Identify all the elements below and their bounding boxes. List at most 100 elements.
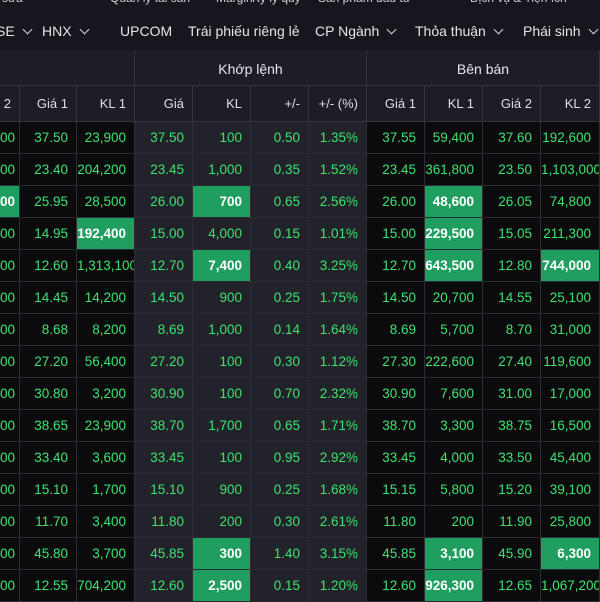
tab-cp-ngành[interactable]: CP Ngành [315,12,397,50]
cell-ask-price2[interactable]: 15.20 [483,474,541,506]
cell-bid-qty2[interactable]: 00 [0,154,20,186]
cell-ask-price2[interactable]: 33.50 [483,442,541,474]
cell-match-price[interactable]: 23.45 [135,154,193,186]
cell-match-qty[interactable]: 1,000 [193,154,251,186]
cell-change-pct[interactable]: 2.32% [309,378,367,410]
cell-change[interactable]: 0.30 [251,506,309,538]
cell-ask-qty2[interactable]: 192,600 [541,122,600,154]
cell-ask-price1[interactable]: 26.00 [367,186,425,218]
cell-bid-qty1[interactable]: 23,900 [77,122,135,154]
cell-change-pct[interactable]: 1.52% [309,154,367,186]
cell-match-price[interactable]: 27.20 [135,346,193,378]
cell-bid-qty1[interactable]: 204,200 [77,154,135,186]
cell-ask-qty2[interactable]: 211,300 [541,218,600,250]
cell-change[interactable]: 0.15 [251,218,309,250]
column-header-change-pct[interactable]: +/- (%) [309,86,367,122]
cell-ask-price1[interactable]: 45.85 [367,538,425,570]
cell-ask-qty1[interactable]: 5,700 [425,314,483,346]
cell-ask-qty1[interactable]: 926,300 [425,570,483,602]
cell-bid-qty2[interactable]: 00 [0,250,20,282]
cell-ask-qty1[interactable]: 222,600 [425,346,483,378]
top-menu-item[interactable]: Dịch vụ & Tiện ích [470,0,567,5]
cell-bid-qty1[interactable]: 3,400 [77,506,135,538]
cell-ask-price1[interactable]: 37.55 [367,122,425,154]
cell-bid-price1[interactable]: 14.95 [20,218,77,250]
cell-bid-qty2[interactable]: 00 [0,378,20,410]
cell-bid-qty2[interactable]: 00 [0,282,20,314]
column-header-bid-price1[interactable]: Giá 1 [20,86,77,122]
cell-match-price[interactable]: 12.60 [135,570,193,602]
cell-ask-price2[interactable]: 26.05 [483,186,541,218]
cell-match-price[interactable]: 11.80 [135,506,193,538]
cell-bid-qty1[interactable]: 3,700 [77,538,135,570]
cell-match-price[interactable]: 26.00 [135,186,193,218]
cell-match-qty[interactable]: 100 [193,378,251,410]
cell-ask-qty1[interactable]: 361,800 [425,154,483,186]
cell-match-qty[interactable]: 900 [193,282,251,314]
cell-ask-price1[interactable]: 11.80 [367,506,425,538]
cell-change[interactable]: 0.25 [251,474,309,506]
cell-match-price[interactable]: 15.00 [135,218,193,250]
cell-bid-price1[interactable]: 38.65 [20,410,77,442]
cell-ask-price2[interactable]: 14.55 [483,282,541,314]
top-menu-item[interactable]: Ký lý quỹ [252,0,301,5]
cell-change[interactable]: 0.40 [251,250,309,282]
cell-bid-price1[interactable]: 45.80 [20,538,77,570]
cell-ask-qty2[interactable]: 1,067,200 [541,570,600,602]
cell-ask-price1[interactable]: 14.50 [367,282,425,314]
cell-bid-qty1[interactable]: 56,400 [77,346,135,378]
cell-match-qty[interactable]: 100 [193,442,251,474]
cell-ask-price2[interactable]: 37.60 [483,122,541,154]
cell-ask-qty1[interactable]: 643,500 [425,250,483,282]
cell-ask-qty1[interactable]: 20,700 [425,282,483,314]
cell-match-price[interactable]: 38.70 [135,410,193,442]
cell-change-pct[interactable]: 3.25% [309,250,367,282]
column-header-ask-qty2[interactable]: KL 2 [541,86,600,122]
cell-bid-qty2[interactable]: 00 [0,570,20,602]
top-menu-item[interactable]: Sản phẩm đầu tư [318,0,411,5]
cell-ask-price1[interactable]: 23.45 [367,154,425,186]
cell-change-pct[interactable]: 1.01% [309,218,367,250]
cell-match-price[interactable]: 30.90 [135,378,193,410]
cell-bid-price1[interactable]: 8.68 [20,314,77,346]
cell-bid-qty1[interactable]: 3,600 [77,442,135,474]
cell-ask-price2[interactable]: 38.75 [483,410,541,442]
top-menu-item[interactable]: Quản lý tài sản [110,0,190,5]
cell-bid-qty1[interactable]: 1,700 [77,474,135,506]
cell-change[interactable]: 0.14 [251,314,309,346]
cell-change[interactable]: 0.25 [251,282,309,314]
cell-match-price[interactable]: 33.45 [135,442,193,474]
cell-bid-qty2[interactable]: 00 [0,410,20,442]
cell-ask-price2[interactable]: 11.90 [483,506,541,538]
cell-change[interactable]: 1.40 [251,538,309,570]
cell-ask-qty1[interactable]: 3,100 [425,538,483,570]
cell-ask-qty1[interactable]: 59,400 [425,122,483,154]
cell-ask-qty2[interactable]: 6,300 [541,538,600,570]
cell-match-qty[interactable]: 200 [193,506,251,538]
cell-bid-qty2[interactable]: 00 [0,474,20,506]
cell-ask-qty1[interactable]: 200 [425,506,483,538]
cell-change[interactable]: 0.50 [251,122,309,154]
cell-change-pct[interactable]: 1.64% [309,314,367,346]
cell-change[interactable]: 0.35 [251,154,309,186]
cell-ask-qty2[interactable]: 16,500 [541,410,600,442]
cell-ask-qty2[interactable]: 744,000 [541,250,600,282]
cell-bid-qty1[interactable]: 23,900 [77,410,135,442]
tab-upcom[interactable]: UPCOM [120,12,172,50]
cell-ask-price1[interactable]: 15.15 [367,474,425,506]
cell-ask-price1[interactable]: 27.30 [367,346,425,378]
cell-ask-qty1[interactable]: 229,500 [425,218,483,250]
cell-match-qty[interactable]: 700 [193,186,251,218]
cell-ask-price1[interactable]: 12.70 [367,250,425,282]
tab-hnx[interactable]: HNX [42,12,90,50]
cell-match-qty[interactable]: 100 [193,122,251,154]
cell-change[interactable]: 0.30 [251,346,309,378]
cell-ask-qty1[interactable]: 5,800 [425,474,483,506]
cell-match-price[interactable]: 8.69 [135,314,193,346]
cell-bid-qty2[interactable]: 00 [0,506,20,538]
cell-match-qty[interactable]: 7,400 [193,250,251,282]
cell-ask-qty1[interactable]: 48,600 [425,186,483,218]
cell-change[interactable]: 0.15 [251,570,309,602]
cell-bid-price1[interactable]: 30.80 [20,378,77,410]
cell-change-pct[interactable]: 1.20% [309,570,367,602]
